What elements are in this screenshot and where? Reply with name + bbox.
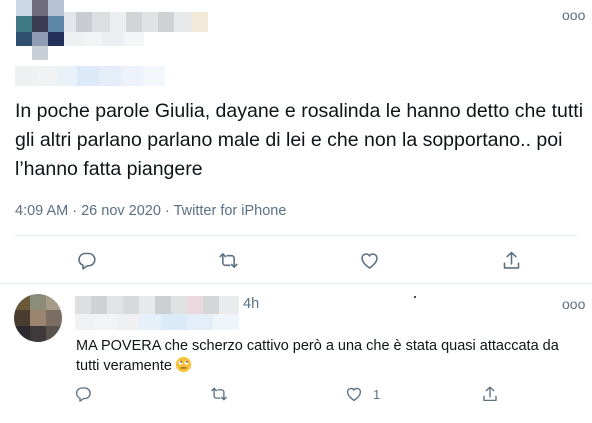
rolling-eyes-emoji bbox=[175, 356, 192, 373]
tweet-time[interactable]: 4:09 AM bbox=[15, 203, 68, 219]
tweet-date[interactable]: 26 nov 2020 bbox=[81, 203, 161, 219]
author-avatar-pixelated[interactable] bbox=[16, 0, 64, 62]
retweet-icon bbox=[218, 252, 238, 268]
retweet-icon bbox=[211, 387, 227, 401]
meta-separator: · bbox=[164, 203, 170, 219]
divider bbox=[15, 235, 577, 236]
reply-tweet[interactable]: 4h ooo MA POVERA che scherzo cattivo per… bbox=[0, 284, 592, 423]
reply-text: MA POVERA che scherzo cattivo però a una… bbox=[76, 336, 576, 376]
reply-text-body: MA POVERA che scherzo cattivo però a una… bbox=[76, 338, 559, 374]
retweet-button[interactable] bbox=[214, 246, 242, 274]
share-button[interactable] bbox=[476, 380, 504, 408]
more-options-icon[interactable]: ooo bbox=[562, 297, 585, 311]
share-icon bbox=[483, 386, 497, 402]
reply-context-pixelated bbox=[75, 314, 241, 330]
reply-icon bbox=[75, 387, 91, 402]
like-button[interactable] bbox=[340, 380, 368, 408]
reply-icon bbox=[77, 252, 96, 270]
meta-separator: · bbox=[72, 203, 78, 219]
reply-button[interactable] bbox=[69, 380, 97, 408]
reply-context-pixelated bbox=[15, 66, 167, 86]
reply-author-pixelated[interactable] bbox=[75, 296, 241, 314]
tweet-source[interactable]: Twitter for iPhone bbox=[174, 203, 287, 219]
main-tweet: ooo In poche parole Giulia, dayane e ros… bbox=[0, 0, 592, 284]
reply-actions: 1 bbox=[0, 382, 592, 406]
stray-dot bbox=[414, 296, 416, 298]
more-options-icon[interactable]: ooo bbox=[562, 8, 585, 22]
tweet-actions bbox=[0, 246, 592, 274]
reply-avatar-pixelated[interactable] bbox=[14, 294, 62, 342]
heart-icon bbox=[360, 252, 378, 269]
author-name-pixelated[interactable] bbox=[64, 12, 214, 32]
retweet-button[interactable] bbox=[205, 380, 233, 408]
reply-time[interactable]: 4h bbox=[243, 296, 259, 312]
like-count: 1 bbox=[373, 387, 381, 402]
tweet-text: In poche parole Giulia, dayane e rosalin… bbox=[15, 100, 584, 180]
author-handle-pixelated[interactable] bbox=[64, 32, 164, 46]
reply-button[interactable] bbox=[72, 246, 100, 274]
tweet-meta: 4:09 AM · 26 nov 2020 · Twitter for iPho… bbox=[15, 203, 286, 219]
share-icon bbox=[503, 251, 519, 269]
share-button[interactable] bbox=[497, 246, 525, 274]
heart-icon bbox=[346, 387, 362, 402]
like-button[interactable] bbox=[355, 246, 383, 274]
